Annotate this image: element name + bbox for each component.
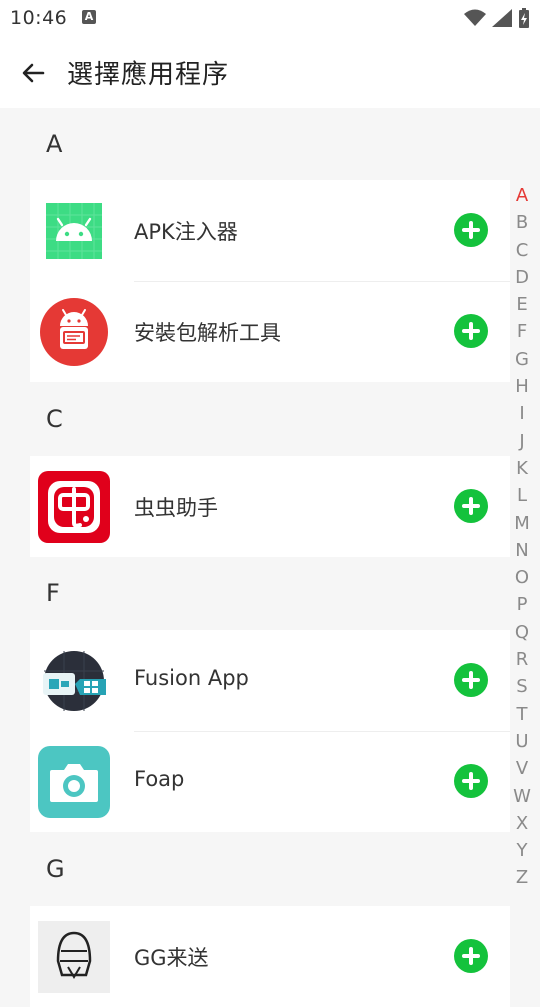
index-letter-a[interactable]: A <box>508 182 536 209</box>
index-letter-c[interactable]: C <box>508 237 536 264</box>
index-letter-f[interactable]: F <box>508 318 536 345</box>
index-letter-d[interactable]: D <box>508 264 536 291</box>
index-letter-p[interactable]: P <box>508 591 536 618</box>
list-item[interactable]: 安裝包解析工具 <box>30 281 510 382</box>
section-header-g: G <box>46 855 65 883</box>
add-button[interactable] <box>454 213 488 247</box>
status-icons <box>464 8 530 28</box>
chongchong-icon <box>38 471 110 543</box>
status-time: 10:46 <box>10 7 68 29</box>
section-card-f: Fusion App Foap <box>30 630 510 832</box>
index-letter-w[interactable]: W <box>508 783 536 810</box>
section-header-a: A <box>46 130 63 158</box>
index-letter-m[interactable]: M <box>508 510 536 537</box>
app-name: GG来送 <box>134 946 209 970</box>
section-header-c: C <box>46 405 63 433</box>
android-package-icon <box>40 298 108 366</box>
battery-charging-icon <box>519 8 529 28</box>
index-letter-k[interactable]: K <box>508 455 536 482</box>
index-letter-u[interactable]: U <box>508 728 536 755</box>
android-grid-icon <box>46 203 102 259</box>
section-header-f: F <box>46 579 60 607</box>
app-list[interactable]: A APK注入器 安裝包解析工具 C 虫虫助手 F Fusion App Foa… <box>0 108 540 1007</box>
index-letter-v[interactable]: V <box>508 755 536 782</box>
section-card-c: 虫虫助手 <box>30 456 510 557</box>
index-letter-j[interactable]: J <box>508 428 536 455</box>
index-letter-o[interactable]: O <box>508 564 536 591</box>
index-letter-q[interactable]: Q <box>508 619 536 646</box>
list-item[interactable]: 虫虫助手 <box>30 456 510 557</box>
app-name: 安裝包解析工具 <box>134 321 281 345</box>
add-button[interactable] <box>454 314 488 348</box>
app-name: APK注入器 <box>134 220 238 244</box>
page-title: 選擇應用程序 <box>67 60 230 90</box>
index-letter-b[interactable]: B <box>508 209 536 236</box>
add-button[interactable] <box>454 663 488 697</box>
index-letter-t[interactable]: T <box>508 701 536 728</box>
index-letter-h[interactable]: H <box>508 373 536 400</box>
section-card-a: APK注入器 安裝包解析工具 <box>30 180 510 382</box>
arrow-left-icon <box>22 63 45 83</box>
list-item[interactable]: Foap <box>30 731 510 832</box>
list-item[interactable]: APK注入器 <box>30 180 510 281</box>
section-card-g: GG来送 <box>30 906 510 1007</box>
index-letter-x[interactable]: X <box>508 810 536 837</box>
notification-icon: A <box>82 10 96 24</box>
add-button[interactable] <box>454 764 488 798</box>
helmet-icon <box>38 921 110 993</box>
index-letter-s[interactable]: S <box>508 673 536 700</box>
wifi-icon <box>464 9 486 26</box>
app-bar: 選擇應用程序 <box>0 36 540 108</box>
signal-icon <box>492 9 512 27</box>
index-letter-z[interactable]: Z <box>508 864 536 891</box>
app-name: 虫虫助手 <box>134 496 218 520</box>
add-button[interactable] <box>454 939 488 973</box>
index-letter-r[interactable]: R <box>508 646 536 673</box>
index-letter-l[interactable]: L <box>508 482 536 509</box>
fusion-app-icon <box>43 651 106 711</box>
app-name: Fusion App <box>134 666 249 690</box>
add-button[interactable] <box>454 489 488 523</box>
back-button[interactable] <box>16 56 50 90</box>
index-letter-n[interactable]: N <box>508 537 536 564</box>
index-letter-e[interactable]: E <box>508 291 536 318</box>
status-bar: 10:46 A <box>0 0 540 36</box>
alphabet-index-bar[interactable]: ABCDEFGHIJKLMNOPQRSTUVWXYZ <box>508 182 536 892</box>
app-name: Foap <box>134 767 185 791</box>
list-item[interactable]: Fusion App <box>30 630 510 731</box>
index-letter-i[interactable]: I <box>508 400 536 427</box>
list-item[interactable]: GG来送 <box>30 906 510 1007</box>
index-letter-y[interactable]: Y <box>508 837 536 864</box>
index-letter-g[interactable]: G <box>508 346 536 373</box>
camera-icon <box>38 746 110 818</box>
